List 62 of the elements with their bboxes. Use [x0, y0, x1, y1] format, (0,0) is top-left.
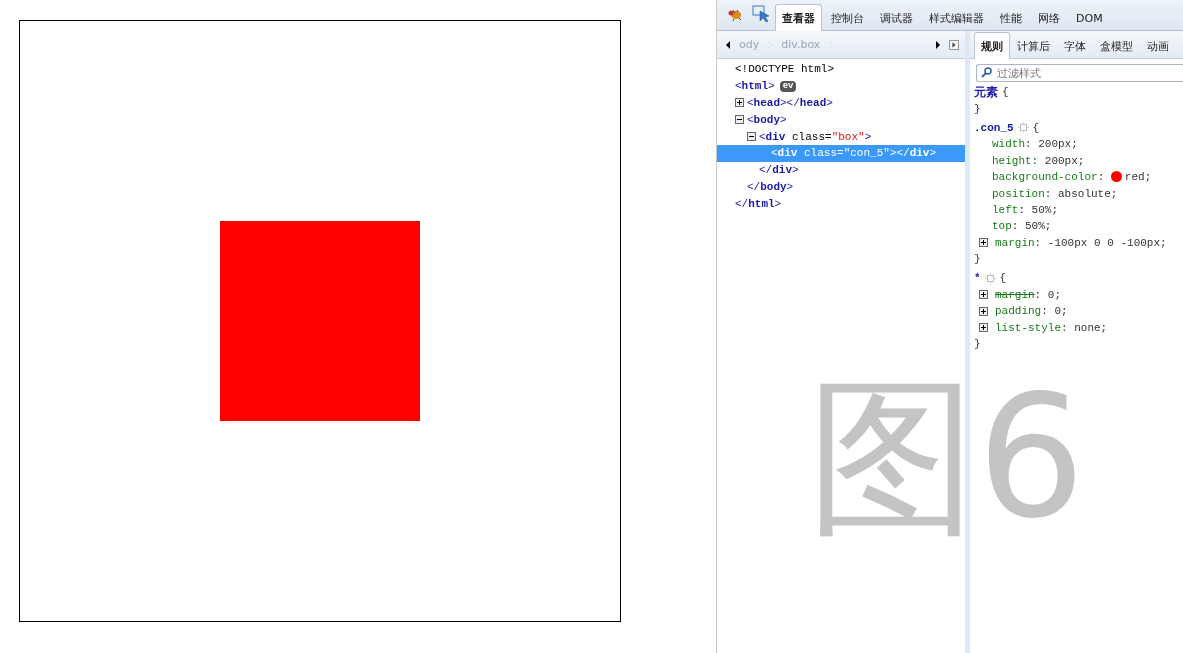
markup-line: </div> [759, 164, 799, 177]
markup-line: <!DOCTYPE html> [735, 63, 835, 76]
toolbar-tab[interactable]: DOM [1069, 4, 1110, 31]
sidebar-tab[interactable]: 计算后 [1010, 32, 1057, 59]
brace: { [999, 272, 1007, 285]
figure-label: 图6 [807, 372, 1086, 542]
brace: } [974, 253, 981, 266]
forward-arrow-icon[interactable] [933, 39, 943, 50]
toolbar-tab[interactable]: 性能 [993, 4, 1029, 31]
brace: } [974, 338, 981, 351]
toolbar-tab[interactable]: 控制台 [824, 4, 871, 31]
declaration[interactable]: padding: 0; [995, 305, 1068, 318]
event-badge[interactable]: ev [779, 80, 797, 92]
declaration[interactable]: margin: -100px 0 0 -100px; [995, 236, 1167, 249]
pointer-icon[interactable] [752, 5, 770, 23]
sidebar-tab[interactable]: 规则 [974, 32, 1010, 59]
markup-row[interactable]: <div class="box"> [717, 128, 965, 145]
markup-row[interactable]: <body> [717, 111, 965, 129]
declaration[interactable]: top: 50%; [992, 220, 1052, 233]
node-icon[interactable] [1017, 122, 1029, 134]
filter-field[interactable]: 过滤样式 [976, 64, 1183, 82]
markup-line: <html> [735, 80, 775, 93]
declaration[interactable]: width: 200px; [992, 138, 1078, 151]
rule-selector: .con_5 [974, 121, 1014, 134]
toolbar-tab[interactable]: 调试器 [873, 4, 920, 31]
declaration[interactable]: background-color: red; [992, 171, 1152, 184]
markup-row[interactable]: <head></head> [717, 94, 965, 112]
declaration[interactable]: height: 200px; [992, 154, 1085, 167]
markup-row[interactable]: <!DOCTYPE html> [717, 61, 965, 78]
markup-line: </body> [747, 180, 794, 193]
play-icon[interactable] [949, 39, 959, 50]
toolbar-tab[interactable]: 样式编辑器 [922, 4, 991, 31]
sidebar-tab[interactable]: 字体 [1057, 32, 1093, 59]
rule-selector: 元素 [974, 83, 998, 101]
expand-icon[interactable] [735, 98, 744, 108]
expand-icon[interactable] [979, 323, 988, 333]
markup-line: <body> [747, 113, 787, 126]
sidebar-tab[interactable]: 动画 [1140, 32, 1176, 59]
declaration[interactable]: left: 50%; [992, 203, 1058, 216]
declaration[interactable]: list-style: none; [995, 321, 1108, 334]
declaration[interactable]: margin: 0; [995, 288, 1061, 301]
expand-icon[interactable] [979, 290, 988, 300]
rule-selector: * [974, 272, 981, 285]
brace: { [1002, 86, 1009, 99]
collapse-icon[interactable] [735, 115, 744, 125]
expand-icon[interactable] [979, 238, 988, 248]
declaration[interactable]: position: absolute; [992, 187, 1118, 200]
brace: } [974, 102, 981, 115]
toolbar-tab[interactable]: 查看器 [775, 4, 822, 31]
markup-row[interactable]: <html> ev [717, 77, 965, 95]
toolbar-tab[interactable]: 网络 [1031, 4, 1067, 31]
sidebar-tab[interactable]: 盒模型 [1093, 32, 1140, 59]
markup-line: <head></head> [747, 97, 833, 109]
markup-line: <div class="con_5"></div> [771, 147, 937, 160]
markup-line: <div class="box"> [759, 130, 872, 143]
color-swatch[interactable] [1110, 171, 1122, 183]
collapse-icon[interactable] [747, 132, 756, 142]
search-icon [981, 67, 992, 78]
markup-line: </html> [735, 197, 782, 210]
node-icon[interactable] [984, 273, 996, 284]
brace: { [1032, 121, 1040, 134]
expand-icon[interactable] [979, 306, 988, 316]
